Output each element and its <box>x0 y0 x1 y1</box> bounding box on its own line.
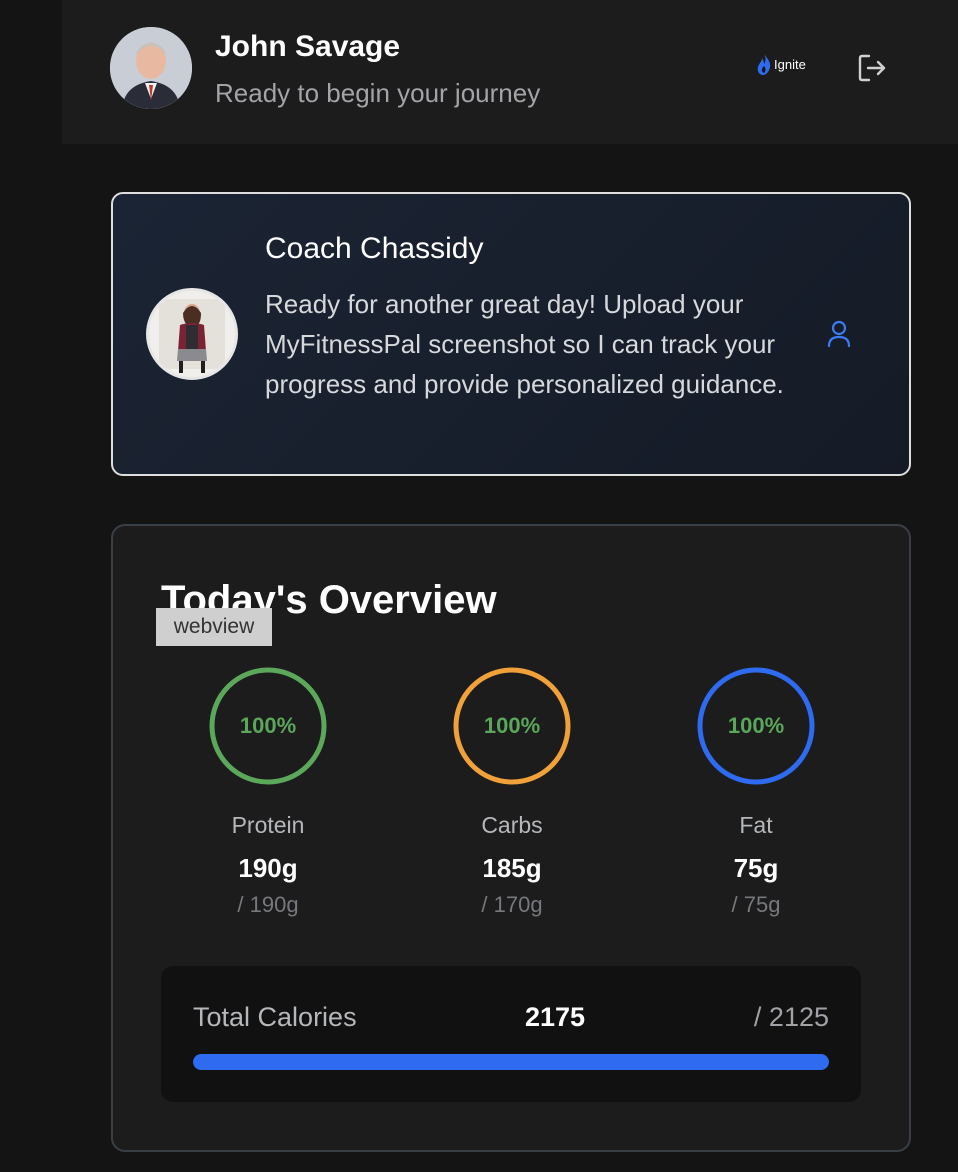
coach-avatar[interactable] <box>146 288 238 380</box>
user-subtitle: Ready to begin your journey <box>215 78 541 108</box>
brand-name: Ignite <box>774 56 806 72</box>
protein-value: 190g <box>238 853 298 883</box>
fat-label: Fat <box>739 812 773 838</box>
protein-percent: 100% <box>239 713 297 738</box>
carbs-label: Carbs <box>481 812 543 838</box>
fat-progress-ring: 100% <box>696 666 816 786</box>
person-icon <box>827 320 851 348</box>
webview-overlay-tag: webview <box>156 608 272 646</box>
macro-carbs: 100% Carbs 185g / 170g <box>412 666 612 918</box>
coach-avatar-image <box>149 291 235 377</box>
carbs-value: 185g <box>482 853 542 883</box>
coach-name: Coach Chassidy <box>265 232 484 265</box>
coach-profile-button[interactable] <box>823 318 855 350</box>
protein-goal: / 190g <box>237 892 299 917</box>
total-calories-panel: Total Calories 2175 / 2125 <box>161 966 861 1102</box>
coach-message-card: Coach Chassidy Ready for another great d… <box>111 192 911 476</box>
header-bar: John Savage Ready to begin your journey … <box>62 0 958 144</box>
app-page: John Savage Ready to begin your journey … <box>0 0 958 1172</box>
carbs-percent: 100% <box>483 713 541 738</box>
user-name: John Savage <box>215 30 401 63</box>
macro-fat: 100% Fat 75g / 75g <box>656 666 856 918</box>
calories-progress-fill <box>193 1054 829 1070</box>
coach-message: Ready for another great day! Upload your… <box>265 289 784 399</box>
calories-progress-bar <box>193 1054 829 1070</box>
flame-icon <box>757 53 771 75</box>
logout-icon <box>858 54 886 82</box>
user-avatar[interactable] <box>110 27 192 109</box>
fat-value: 75g <box>733 853 779 883</box>
carbs-progress-ring: 100% <box>452 666 572 786</box>
protein-label: Protein <box>231 812 305 838</box>
brand-logo: Ignite <box>756 52 806 76</box>
fat-percent: 100% <box>727 713 785 738</box>
user-avatar-image <box>110 27 192 109</box>
calories-label: Total Calories <box>193 1002 357 1032</box>
fat-goal: / 75g <box>731 892 781 917</box>
carbs-goal: / 170g <box>481 892 543 917</box>
protein-progress-ring: 100% <box>208 666 328 786</box>
calories-value: 2175 <box>525 1002 586 1032</box>
calories-goal: / 2125 <box>753 1002 829 1032</box>
macro-protein: 100% Protein 190g / 190g <box>168 666 368 918</box>
logout-button[interactable] <box>856 52 888 84</box>
